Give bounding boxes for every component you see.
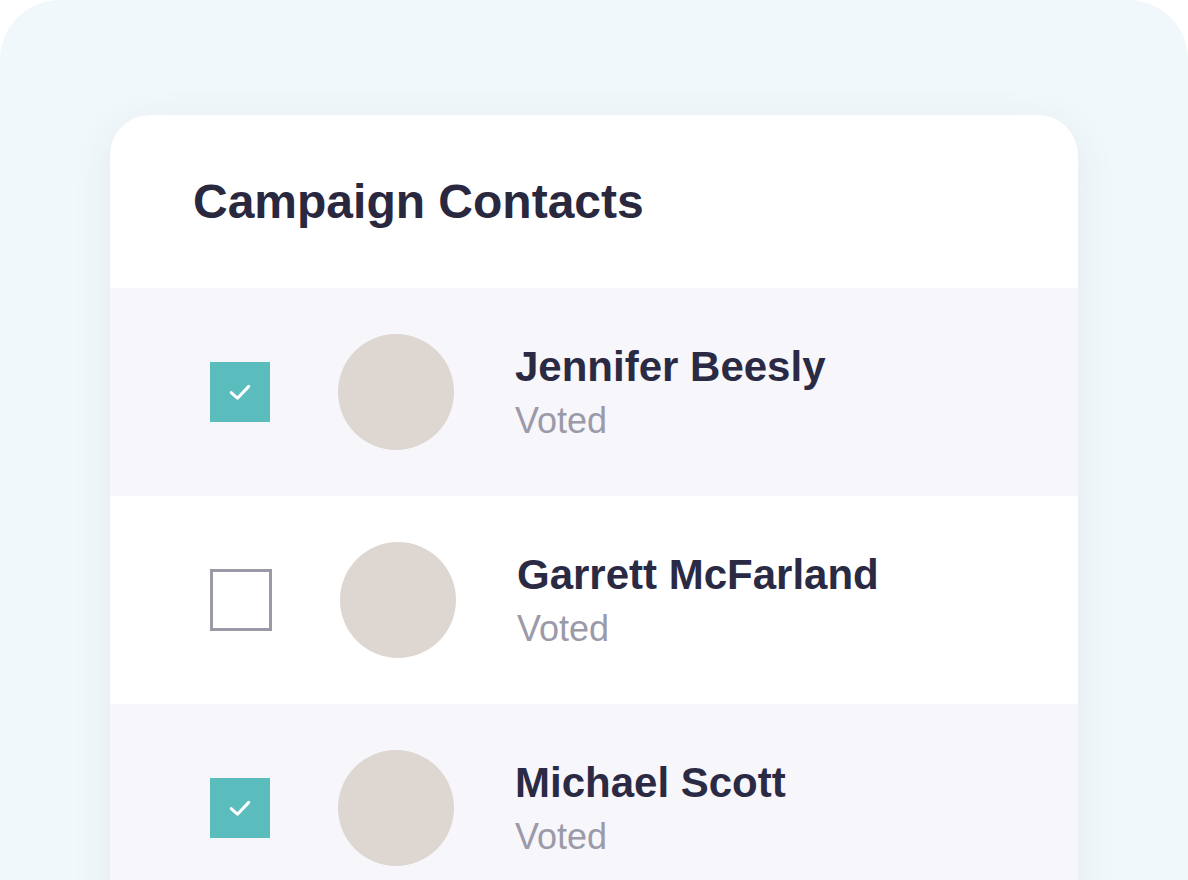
contact-info: Garrett McFarland Voted bbox=[517, 549, 879, 651]
card-title: Campaign Contacts bbox=[193, 173, 644, 231]
contact-row[interactable]: Garrett McFarland Voted bbox=[110, 496, 1078, 704]
background-panel: Campaign ContactsJennifer BeeslyVotedGar… bbox=[0, 0, 1188, 880]
contact-info: Michael Scott Voted bbox=[515, 757, 786, 859]
contact-name: Michael Scott bbox=[515, 757, 786, 809]
contact-status: Voted bbox=[515, 815, 786, 859]
contact-name: Jennifer Beesly bbox=[515, 341, 826, 393]
contact-row[interactable]: Jennifer Beesly Voted bbox=[110, 288, 1078, 496]
checkbox[interactable] bbox=[210, 778, 270, 838]
contact-status: Voted bbox=[517, 607, 879, 651]
check-icon bbox=[225, 793, 255, 823]
contact-info: Jennifer Beesly Voted bbox=[515, 341, 826, 443]
contact-name: Garrett McFarland bbox=[517, 549, 879, 601]
contacts-card: Campaign ContactsJennifer BeeslyVotedGar… bbox=[110, 115, 1078, 880]
avatar bbox=[340, 542, 456, 658]
check-icon bbox=[225, 377, 255, 407]
page: Campaign ContactsJennifer BeeslyVotedGar… bbox=[0, 0, 1188, 880]
avatar bbox=[338, 750, 454, 866]
card-header: Campaign Contacts bbox=[110, 115, 1078, 288]
contact-row[interactable]: Michael Scott Voted bbox=[110, 704, 1078, 880]
contact-status: Voted bbox=[515, 399, 826, 443]
avatar bbox=[338, 334, 454, 450]
checkbox[interactable] bbox=[210, 569, 272, 631]
checkbox[interactable] bbox=[210, 362, 270, 422]
